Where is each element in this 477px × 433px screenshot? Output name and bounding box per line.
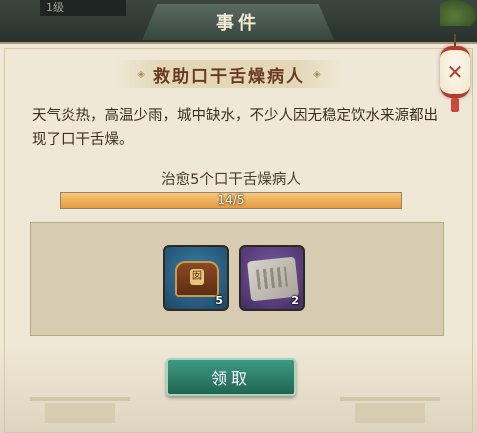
treasure-chest-icon: [175, 261, 219, 297]
reward-count: 5: [215, 294, 223, 307]
progress-text: 14/5: [217, 193, 245, 207]
event-title-banner: ◈ 救助口干舌燥病人 ◈: [116, 60, 342, 88]
close-lantern-button[interactable]: ✕: [438, 34, 472, 114]
rewards-area: 5 2: [30, 222, 444, 336]
reward-count: 2: [291, 294, 299, 307]
lantern-string: [454, 34, 456, 46]
claim-button[interactable]: 领取: [166, 358, 296, 396]
task-progress-bar: 14/5: [60, 192, 402, 209]
pagoda-decoration: [330, 377, 470, 423]
reward-item-map[interactable]: 2: [239, 245, 305, 311]
close-icon: ✕: [440, 46, 470, 98]
window-title-tab: 事件: [142, 4, 334, 40]
event-title: 救助口干舌燥病人: [153, 66, 305, 87]
window-title: 事件: [216, 13, 260, 34]
pagoda-decoration: [20, 377, 140, 423]
level-indicator: 1级: [40, 0, 126, 16]
event-description: 天气炎热，高温少雨，城中缺水，不少人因无稳定饮水来源都出现了口干舌燥。: [32, 108, 438, 148]
ornament-icon: ◈: [137, 68, 145, 80]
reward-item-chest[interactable]: 5: [163, 245, 229, 311]
task-label: 治愈5个口干舌燥病人: [161, 172, 301, 188]
ornament-icon: ◈: [313, 68, 321, 80]
lantern-tassel: [451, 98, 459, 112]
leaf-decoration: [440, 0, 476, 26]
